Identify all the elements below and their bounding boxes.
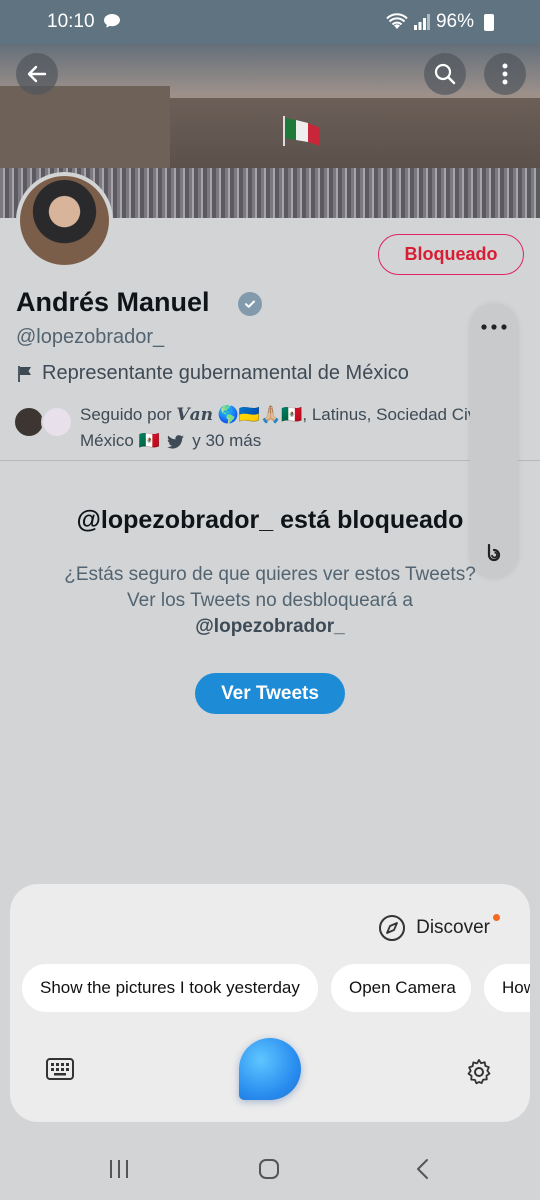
blocked-body-text: ¿Estás seguro de que quieres ver estos T… [64, 564, 476, 611]
bixby-icon[interactable] [482, 542, 506, 566]
edge-panel[interactable] [470, 304, 518, 578]
suggestion-chips: Show the pictures I took yesterday Open … [22, 964, 530, 1012]
flag-icon [18, 365, 31, 382]
home-icon[interactable] [258, 1158, 280, 1180]
mexico-flag-image [283, 116, 320, 146]
followed-by-suffix: y 30 más [192, 431, 262, 450]
message-notification-icon [104, 14, 120, 28]
affiliation-text: Representante gubernamental de México [42, 362, 409, 384]
notification-dot [493, 914, 500, 921]
horizontal-dots-icon[interactable] [481, 324, 507, 330]
bixby-voice-button[interactable] [239, 1038, 301, 1100]
battery-percent: 96% [435, 11, 474, 32]
keyboard-icon[interactable] [46, 1058, 74, 1080]
followed-by-name: 𝑽𝒂𝒏 [176, 405, 213, 425]
back-button[interactable] [16, 53, 58, 95]
wifi-icon [386, 13, 408, 29]
follower-avatar [41, 406, 73, 438]
back-nav-icon[interactable] [412, 1158, 434, 1180]
blocked-body: ¿Estás seguro de que quieres ver estos T… [50, 562, 490, 640]
arrow-left-icon [27, 65, 47, 83]
followed-by-text[interactable]: Seguido por 𝑽𝒂𝒏 🌎🇺🇦🙏🏼🇲🇽, Latinus, Socied… [80, 402, 520, 453]
signal-icon [413, 14, 430, 30]
blocked-title: @lopezobrador_ está bloqueado [76, 506, 464, 534]
suggestion-chip[interactable]: Show the pictures I took yesterday [22, 964, 318, 1012]
blocked-button[interactable]: Bloqueado [378, 234, 524, 275]
view-tweets-button[interactable]: Ver Tweets [195, 673, 345, 714]
affiliation-label: Representante gubernamental de México [16, 362, 409, 385]
search-button[interactable] [424, 53, 466, 95]
followed-by-emoji: 🌎🇺🇦🙏🏼🇲🇽 [217, 405, 303, 424]
bixby-voice-sheet: Discover Show the pictures I took yester… [10, 884, 530, 1122]
status-indicators: 96% [386, 11, 492, 33]
status-bar: 10:10 96% [0, 0, 540, 44]
suggestion-chip[interactable]: Open Camera [331, 964, 471, 1012]
discover-button[interactable]: Discover [378, 914, 490, 942]
section-divider [0, 460, 540, 461]
vertical-dots-icon [502, 63, 508, 85]
twitter-bird-icon [167, 434, 185, 449]
compass-icon [379, 915, 406, 941]
settings-gear-icon[interactable] [465, 1058, 493, 1086]
followed-by-prefix: Seguido por [80, 405, 172, 424]
system-navigation-bar [0, 1138, 540, 1200]
discover-label: Discover [416, 917, 490, 938]
battery-icon [484, 14, 494, 31]
more-options-button[interactable] [484, 53, 526, 95]
recent-apps-icon[interactable] [108, 1158, 130, 1180]
followers-you-know-avatars[interactable] [13, 406, 75, 440]
search-icon [434, 63, 456, 85]
profile-name: Andrés Manuel [16, 287, 210, 317]
verified-badge-icon [238, 292, 262, 316]
suggestion-chip[interactable]: How [484, 964, 530, 1012]
blocked-body-handle: @lopezobrador_ [195, 616, 345, 637]
status-time: 10:10 [47, 11, 95, 32]
profile-handle: @lopezobrador_ [16, 326, 165, 348]
profile-avatar[interactable] [16, 172, 113, 269]
